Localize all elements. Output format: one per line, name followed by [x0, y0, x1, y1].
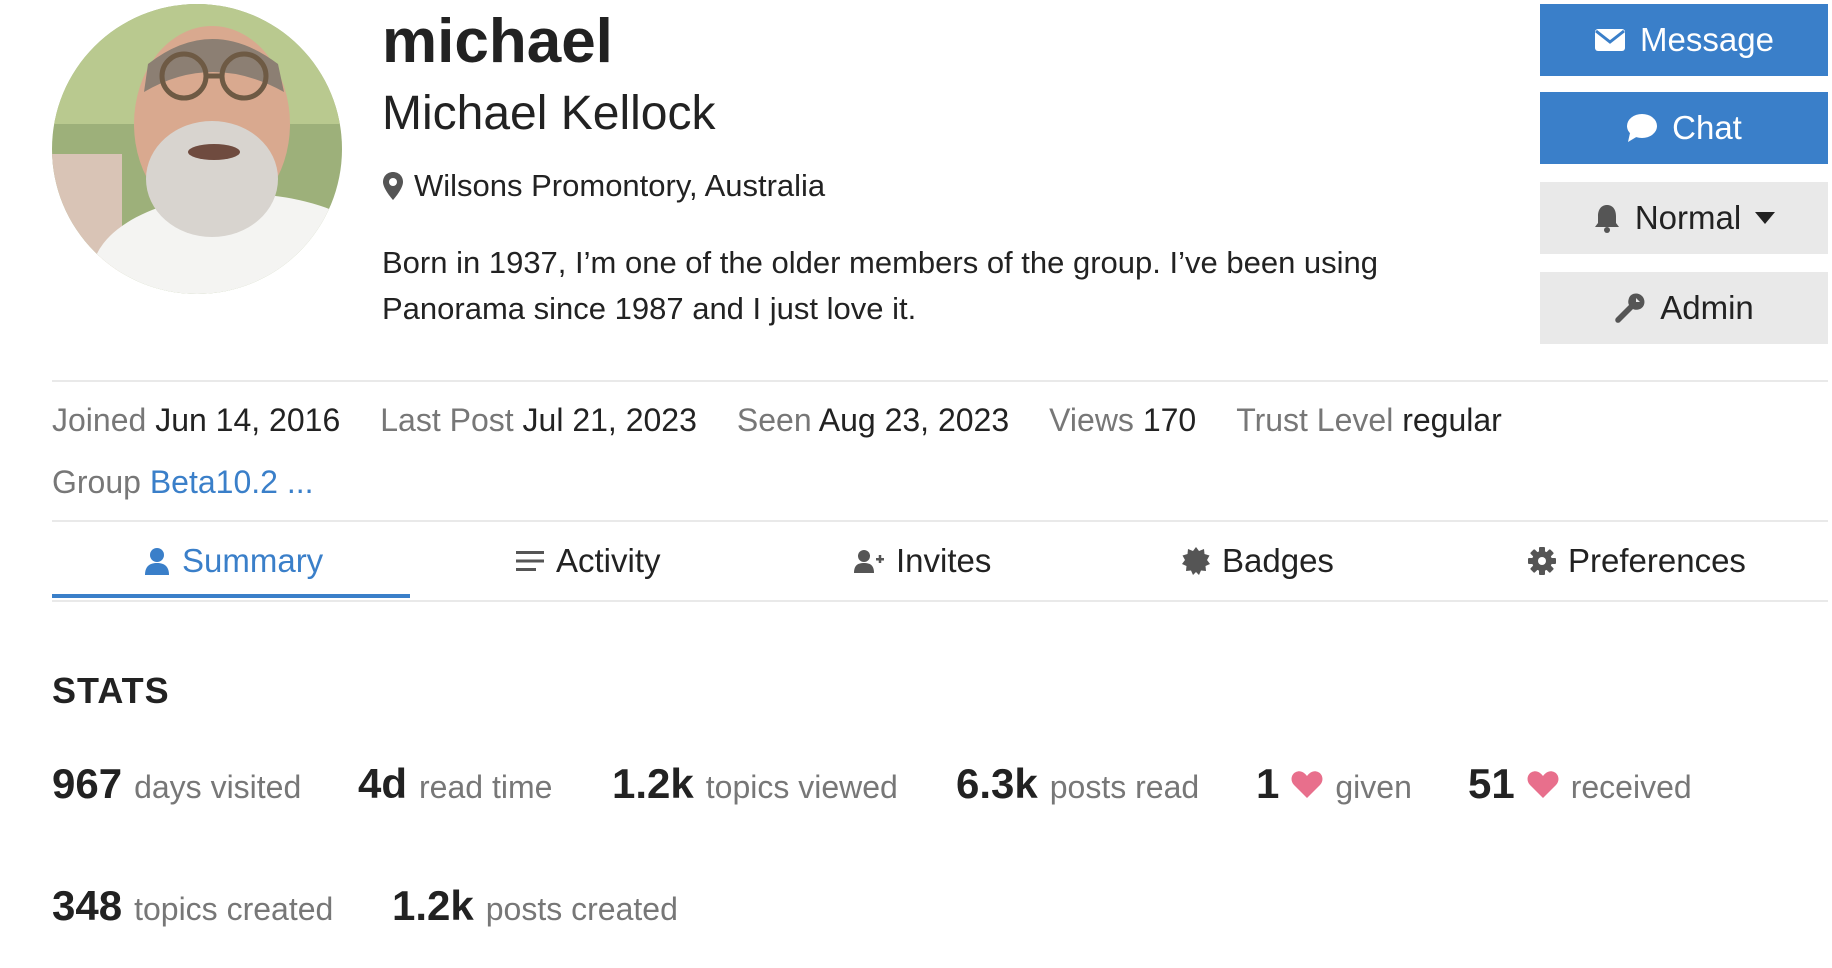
- location: Wilsons Promontory, Australia: [382, 166, 825, 206]
- tab-activity[interactable]: Activity: [516, 536, 661, 586]
- chat-bubble-icon: [1627, 114, 1658, 142]
- bio: Born in 1937, I’m one of the older membe…: [382, 245, 1379, 326]
- chat-button-label: Chat: [1672, 109, 1742, 146]
- seen-label: Seen: [736, 402, 812, 438]
- stat-topics-viewed: 1.2k topics viewed: [612, 760, 898, 808]
- divider: [52, 520, 1828, 522]
- trust-level-label: Trust Level: [1236, 402, 1394, 438]
- stat-value: 4d: [358, 760, 408, 807]
- active-tab-indicator: [52, 594, 410, 598]
- last-post-label: Last Post: [380, 402, 514, 438]
- last-post-meta[interactable]: Last Post Jul 21, 2023: [380, 398, 697, 442]
- tab-preferences[interactable]: Preferences: [1528, 536, 1746, 586]
- heart-icon: [1527, 771, 1559, 798]
- stat-label: read time: [419, 769, 553, 805]
- stat-value: 1.2k: [612, 760, 694, 807]
- tab-badges-label: Badges: [1222, 542, 1334, 579]
- stat-posts-created: 1.2k posts created: [392, 882, 678, 930]
- stat-likes-given: 1 given: [1256, 760, 1412, 808]
- user-plus-icon: [854, 550, 884, 573]
- stat-value: 1.2k: [392, 882, 474, 929]
- heart-icon: [1291, 771, 1323, 798]
- tab-preferences-label: Preferences: [1568, 542, 1746, 579]
- avatar-photo: [52, 4, 342, 294]
- stat-label: posts read: [1049, 769, 1200, 805]
- stat-value: 6.3k: [956, 760, 1038, 807]
- message-button-label: Message: [1640, 21, 1774, 58]
- tab-invites-label: Invites: [896, 542, 992, 579]
- stat-label: received: [1570, 769, 1692, 805]
- admin-button[interactable]: Admin: [1540, 272, 1828, 344]
- badge-icon: [1182, 547, 1210, 575]
- user-icon: [145, 548, 169, 575]
- admin-button-label: Admin: [1660, 289, 1754, 326]
- views-value: 170: [1142, 402, 1197, 438]
- trust-level-meta: Trust Level regular: [1236, 398, 1502, 442]
- stat-label: days visited: [134, 769, 302, 805]
- group-meta: Group Beta10.2 ...: [52, 460, 314, 504]
- stat-label: given: [1335, 769, 1412, 805]
- views-label: Views: [1049, 402, 1134, 438]
- message-button[interactable]: Message: [1540, 4, 1828, 76]
- stat-topics-created: 348 topics created: [52, 882, 333, 930]
- chat-button[interactable]: Chat: [1540, 92, 1828, 164]
- divider: [52, 380, 1828, 382]
- tab-summary-label: Summary: [182, 542, 324, 579]
- stat-value: 348: [52, 882, 123, 929]
- group-label: Group: [52, 464, 141, 500]
- notification-level-label: Normal: [1634, 199, 1742, 236]
- tab-invites[interactable]: Invites: [854, 536, 991, 586]
- username: michael: [382, 7, 613, 76]
- last-post-value[interactable]: Jul 21, 2023: [523, 402, 697, 438]
- seen-value: Aug 23, 2023: [818, 402, 1010, 438]
- tab-summary[interactable]: Summary: [144, 536, 323, 586]
- views-meta: Views 170: [1049, 398, 1196, 442]
- stat-value: 1: [1256, 760, 1280, 807]
- stat-label: topics created: [134, 891, 334, 927]
- stat-label: topics viewed: [705, 769, 898, 805]
- user-meta: Joined Jun 14, 2016 Last Post Jul 21, 20…: [52, 398, 1542, 442]
- full-name: Michael Kellock: [382, 87, 716, 140]
- caret-down-icon: [1755, 212, 1776, 224]
- list-icon: [516, 551, 544, 571]
- gear-icon: [1528, 547, 1556, 575]
- trust-level-value: regular: [1402, 402, 1502, 438]
- seen-meta: Seen Aug 23, 2023: [737, 398, 1009, 442]
- avatar[interactable]: [52, 4, 342, 294]
- stats-title: STATS: [52, 670, 170, 711]
- tab-activity-label: Activity: [556, 542, 661, 579]
- tab-badges[interactable]: Badges: [1182, 536, 1334, 586]
- stat-days-visited: 967 days visited: [52, 760, 301, 808]
- stat-likes-received: 51 received: [1468, 760, 1692, 808]
- location-text: Wilsons Promontory, Australia: [414, 168, 826, 203]
- stat-value: 967: [52, 760, 123, 807]
- stat-posts-read: 6.3k posts read: [956, 760, 1199, 808]
- map-pin-icon: [383, 172, 403, 200]
- joined-meta: Joined Jun 14, 2016: [52, 398, 340, 442]
- stat-label: posts created: [485, 891, 678, 927]
- envelope-icon: [1595, 29, 1626, 51]
- bell-icon: [1594, 205, 1619, 233]
- joined-label: Joined: [52, 402, 147, 438]
- notification-level-dropdown[interactable]: Normal: [1540, 182, 1828, 254]
- divider: [52, 600, 1828, 602]
- joined-value: Jun 14, 2016: [155, 402, 341, 438]
- wrench-icon: [1615, 293, 1645, 323]
- stat-read-time: 4d read time: [358, 760, 552, 808]
- group-link[interactable]: Beta10.2 ...: [150, 464, 314, 500]
- stat-value: 51: [1468, 760, 1515, 807]
